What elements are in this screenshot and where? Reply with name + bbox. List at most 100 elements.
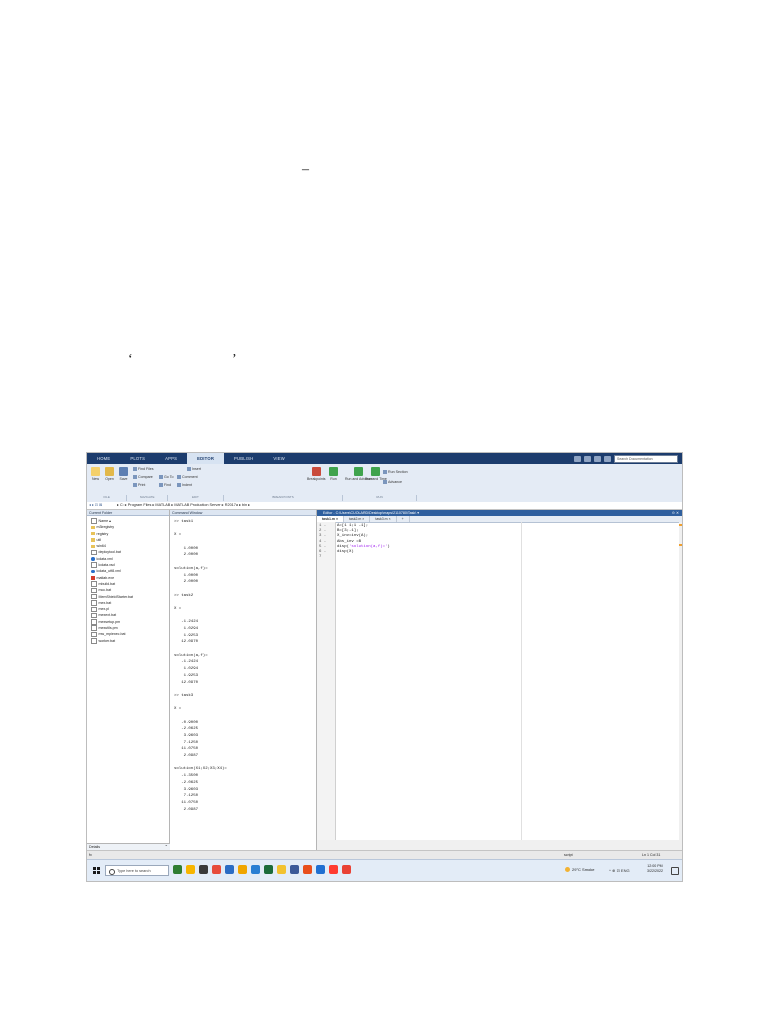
taskbar-app-icon[interactable] — [199, 865, 208, 874]
tab-editor[interactable]: EDITOR — [187, 453, 225, 464]
command-line: -1.2424 — [174, 620, 199, 625]
ribbon-advance-button[interactable]: Advance — [383, 480, 402, 484]
code-area[interactable]: 1 - A=[1 1;1 -1]; 2 - B=[3;-1]; 3 - X_inv=inv… — [319, 524, 390, 560]
ribbon-find-files-button[interactable]: Find Files — [133, 467, 154, 471]
ribbon-insert-button[interactable]: Insert — [187, 467, 201, 471]
command-line — [174, 599, 314, 606]
command-line: solution(a,f)= — [174, 566, 208, 571]
ribbon-run-button[interactable]: Run — [329, 467, 338, 481]
taskbar-app-icon[interactable] — [251, 865, 260, 874]
current-path[interactable]: ▸ C: ▸ Program Files ▸ MATLAB ▸ MATLAB P… — [117, 502, 250, 509]
quick-access-icon[interactable] — [594, 456, 601, 462]
taskbar-app-icon[interactable] — [329, 865, 338, 874]
code-line[interactable]: 7 — [319, 555, 390, 560]
command-line: 1.0294 — [174, 667, 199, 672]
taskbar-app-icon[interactable] — [238, 865, 247, 874]
windows-taskbar: Type here to search 29°C Smoke ^ ⊕ ⊡ ENG… — [87, 859, 682, 881]
pinned-apps — [173, 865, 351, 874]
ribbon-label: Compare — [138, 475, 153, 479]
small-ribbon-icon — [159, 483, 163, 487]
globe-icon — [91, 557, 95, 561]
file-icon — [91, 587, 97, 594]
editor-body[interactable]: 1 - A=[1 1;1 -1]; 2 - B=[3;-1]; 3 - X_inv=inv… — [317, 522, 682, 840]
tab-home[interactable]: HOME — [87, 453, 120, 464]
command-line: 1.0000 — [174, 546, 199, 551]
taskbar-app-icon[interactable] — [316, 865, 325, 874]
quick-access-icon[interactable] — [584, 456, 591, 462]
taskbar-app-icon[interactable] — [277, 865, 286, 874]
taskbar-app-icon[interactable] — [225, 865, 234, 874]
taskbar-search-input[interactable]: Type here to search — [105, 865, 169, 876]
command-line: X = — [174, 707, 182, 712]
command-window[interactable]: Command Window >> task1 X = 1.0000 2.0000… — [170, 510, 317, 850]
search-documentation-input[interactable]: Search Documentation — [614, 455, 678, 463]
weather-widget[interactable]: 29°C Smoke — [565, 867, 595, 872]
taskbar-app-icon[interactable] — [173, 865, 182, 874]
command-line: 12.0970 — [174, 680, 199, 685]
command-line: -1.2424 — [174, 660, 199, 665]
warning-marker[interactable] — [679, 524, 682, 526]
taskbar-app-icon[interactable] — [290, 865, 299, 874]
ribbon-label: Find — [164, 483, 171, 487]
editor-scrollbar[interactable] — [679, 522, 682, 840]
quick-access-icon[interactable] — [574, 456, 581, 462]
taskbar-app-icon[interactable] — [186, 865, 195, 874]
editor-panel: Editor - C:\Users\CUOLARD\Desktop\maps\2… — [317, 510, 682, 840]
command-line: 2.0000 — [174, 580, 199, 585]
command-line: 1.9253 — [174, 673, 199, 678]
taskbar-app-icon[interactable] — [342, 865, 351, 874]
small-ribbon-icon — [133, 467, 137, 471]
ribbon-breakpoints-button[interactable]: Breakpoints — [307, 467, 325, 481]
tab-plots[interactable]: PLOTS — [120, 453, 155, 464]
tab-apps[interactable]: APPS — [155, 453, 187, 464]
ribbon-label: Print — [138, 483, 146, 487]
folder-item[interactable]: worker.bat — [87, 638, 169, 644]
taskbar-app-icon[interactable] — [212, 865, 221, 874]
search-icon — [109, 869, 115, 875]
command-line — [174, 700, 314, 707]
quick-access-icon[interactable] — [604, 456, 611, 462]
ribbon-compare-button[interactable]: Compare — [133, 475, 153, 479]
windows-start-icon[interactable] — [93, 867, 100, 874]
ribbon-run-section-button[interactable]: Run Section — [383, 470, 408, 474]
tab-publish[interactable]: PUBLISH — [224, 453, 263, 464]
notification-icon[interactable] — [671, 867, 679, 875]
command-line: 1.0000 — [174, 573, 199, 578]
small-ribbon-icon — [133, 483, 137, 487]
folder-icon — [91, 531, 95, 536]
command-line — [174, 526, 314, 533]
ribbon: FILE NAVIGATE EDIT BREAKPOINTS RUN New Open Sa… — [87, 464, 682, 503]
ribbon-comment-button[interactable]: Comment — [177, 475, 198, 479]
ribbon-indent-button[interactable]: Indent — [177, 483, 192, 487]
nav-buttons[interactable]: ◂ ▸ ⊡ ⊠ — [89, 502, 102, 509]
command-window-title: Command Window — [170, 510, 316, 516]
ribbon-open-button[interactable]: Open — [105, 467, 114, 481]
tab-view[interactable]: VIEW — [263, 453, 295, 464]
command-line: 3.9603 — [174, 787, 199, 792]
command-line: 2.0987 — [174, 754, 199, 759]
small-ribbon-icon — [383, 480, 387, 484]
warning-marker[interactable] — [679, 544, 682, 546]
command-line: -2.0625 — [174, 780, 199, 785]
ribbon-go-to-button[interactable]: Go To — [159, 475, 174, 479]
ribbon-label: Open — [105, 477, 114, 481]
folder-icon — [91, 525, 95, 530]
ribbon-group-labels: FILE NAVIGATE EDIT BREAKPOINTS RUN — [87, 495, 417, 501]
system-tray[interactable]: ^ ⊕ ⊡ ENG — [609, 868, 630, 873]
command-line — [174, 713, 314, 720]
clock[interactable]: 12:00 PM 3/22/2022 — [647, 864, 663, 874]
ribbon-save-button[interactable]: Save — [119, 467, 128, 481]
ribbon-find-button[interactable]: Find — [159, 483, 171, 487]
taskbar-app-icon[interactable] — [303, 865, 312, 874]
ribbon-label: Save — [119, 477, 128, 481]
taskbar-app-icon[interactable] — [264, 865, 273, 874]
save-icon — [119, 467, 128, 476]
ribbon-print-button[interactable]: Print — [133, 483, 145, 487]
current-folder-panel: Current Folder Name ▴ m3iregistry registr… — [87, 510, 171, 850]
command-line: 1.0294 — [174, 627, 199, 631]
ribbon-new-button[interactable]: New — [91, 467, 100, 481]
ribbon-label: Run — [330, 477, 337, 481]
ribbon-label: Breakpoints — [307, 477, 326, 481]
page-icon — [91, 518, 97, 524]
details-panel[interactable]: Details ⌃ — [87, 843, 171, 850]
